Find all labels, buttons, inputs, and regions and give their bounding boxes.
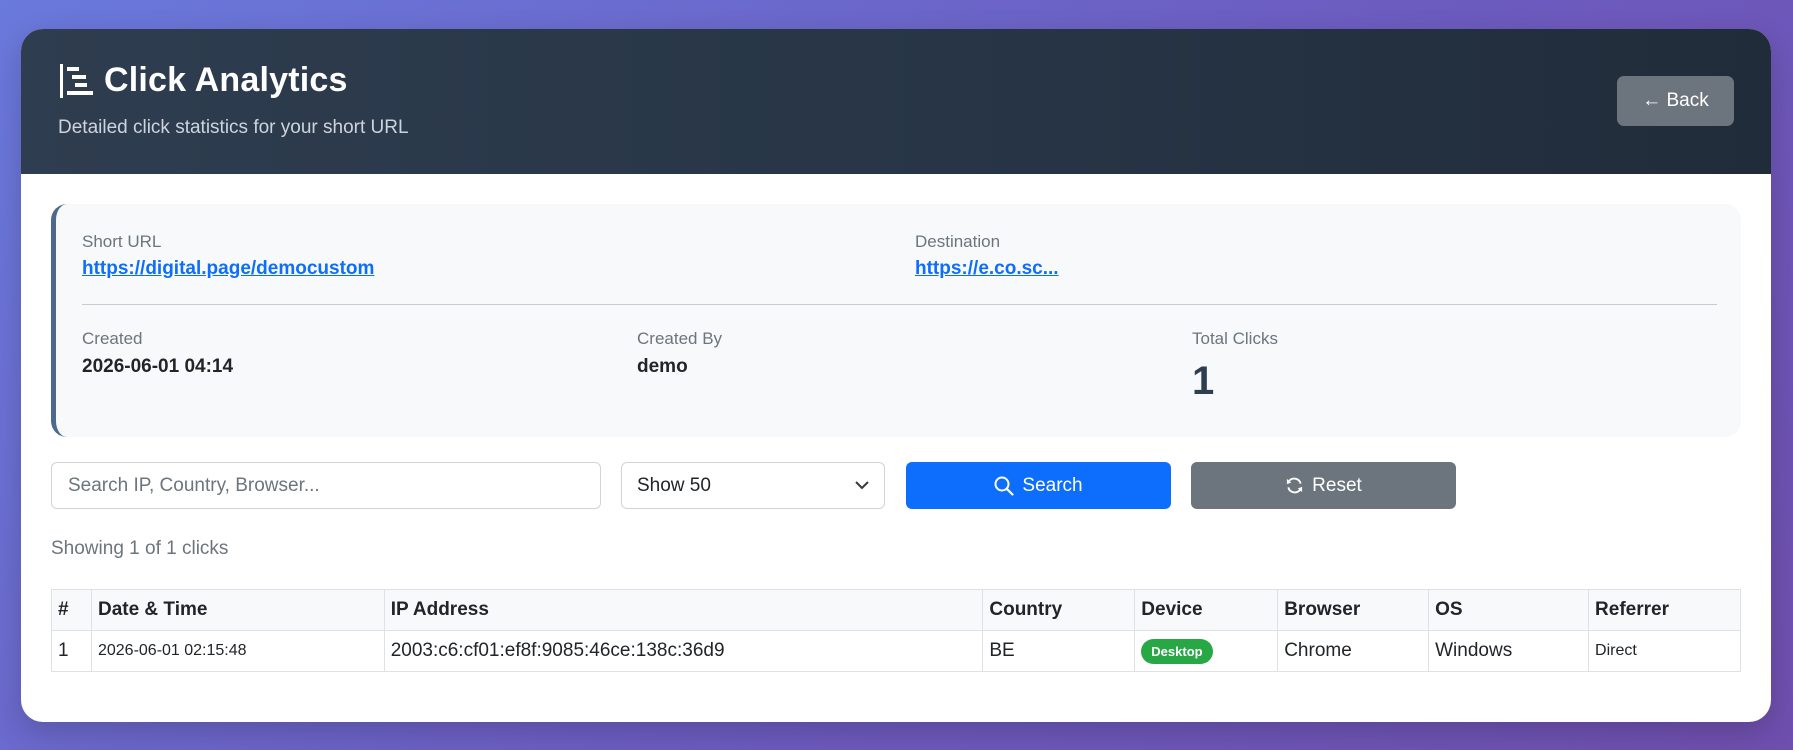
page-size-select[interactable]: Show 50	[621, 462, 885, 509]
row-os: Windows	[1428, 630, 1590, 672]
table-header-row: # Date & Time IP Address Country Device …	[51, 589, 1741, 631]
page-title: Click Analytics	[104, 61, 348, 99]
page-header: Click Analytics Detailed click statistic…	[21, 29, 1771, 174]
column-header: Date & Time	[90, 589, 385, 631]
page-size-value: Show 50	[637, 474, 711, 496]
created-value: 2026-06-01 04:14	[82, 356, 234, 377]
destination-link[interactable]: https://e.co.sc...	[915, 258, 1059, 280]
list-tree-icon	[60, 63, 93, 98]
row-number: 1	[51, 630, 92, 672]
column-header: Device	[1134, 589, 1279, 631]
created-label: Created	[82, 329, 143, 348]
total-clicks-value: 1	[1192, 359, 1215, 403]
column-header: Country	[982, 589, 1136, 631]
chevron-down-icon	[855, 481, 869, 490]
table-row: 1 2026-06-01 02:15:48 2003:c6:cf01:ef8f:…	[51, 630, 1741, 672]
created-by-value: demo	[637, 356, 688, 377]
short-url-label: Short URL	[82, 232, 162, 251]
column-header: Referrer	[1588, 589, 1741, 631]
page-subtitle: Detailed click statistics for your short…	[58, 117, 409, 138]
reset-button-label: Reset	[1312, 474, 1362, 496]
column-header: Browser	[1277, 589, 1430, 631]
short-url-link[interactable]: https://digital.page/democustom	[82, 258, 374, 280]
search-input[interactable]	[51, 462, 601, 509]
device-badge: Desktop	[1141, 638, 1213, 664]
total-clicks-label: Total Clicks	[1192, 329, 1278, 348]
destination-label: Destination	[915, 232, 1001, 251]
clicks-table: # Date & Time IP Address Country Device …	[51, 589, 1741, 672]
search-button-label: Search	[1022, 474, 1083, 496]
column-header: OS	[1428, 589, 1590, 631]
analytics-card: Click Analytics Detailed click statistic…	[21, 29, 1771, 722]
header-title-group: Click Analytics	[58, 61, 348, 100]
row-referrer: Direct	[1588, 630, 1741, 672]
column-header: #	[51, 589, 92, 631]
results-count: Showing 1 of 1 clicks	[51, 538, 229, 559]
row-browser: Chrome	[1277, 630, 1430, 672]
search-button[interactable]: Search	[906, 462, 1171, 509]
row-device-cell: Desktop	[1134, 630, 1279, 672]
row-datetime: 2026-06-01 02:15:48	[90, 630, 385, 672]
url-info-panel: Short URL https://digital.page/democusto…	[51, 204, 1741, 437]
info-divider	[82, 304, 1717, 305]
row-ip-address: 2003:c6:cf01:ef8f:9085:46ce:138c:36d9	[383, 630, 984, 672]
back-button[interactable]: ← Back	[1617, 76, 1734, 126]
column-header: IP Address	[383, 589, 984, 631]
reset-button[interactable]: Reset	[1191, 462, 1456, 509]
search-icon	[994, 476, 1014, 496]
refresh-icon	[1287, 477, 1303, 494]
row-country: BE	[982, 630, 1136, 672]
created-by-label: Created By	[637, 329, 723, 348]
